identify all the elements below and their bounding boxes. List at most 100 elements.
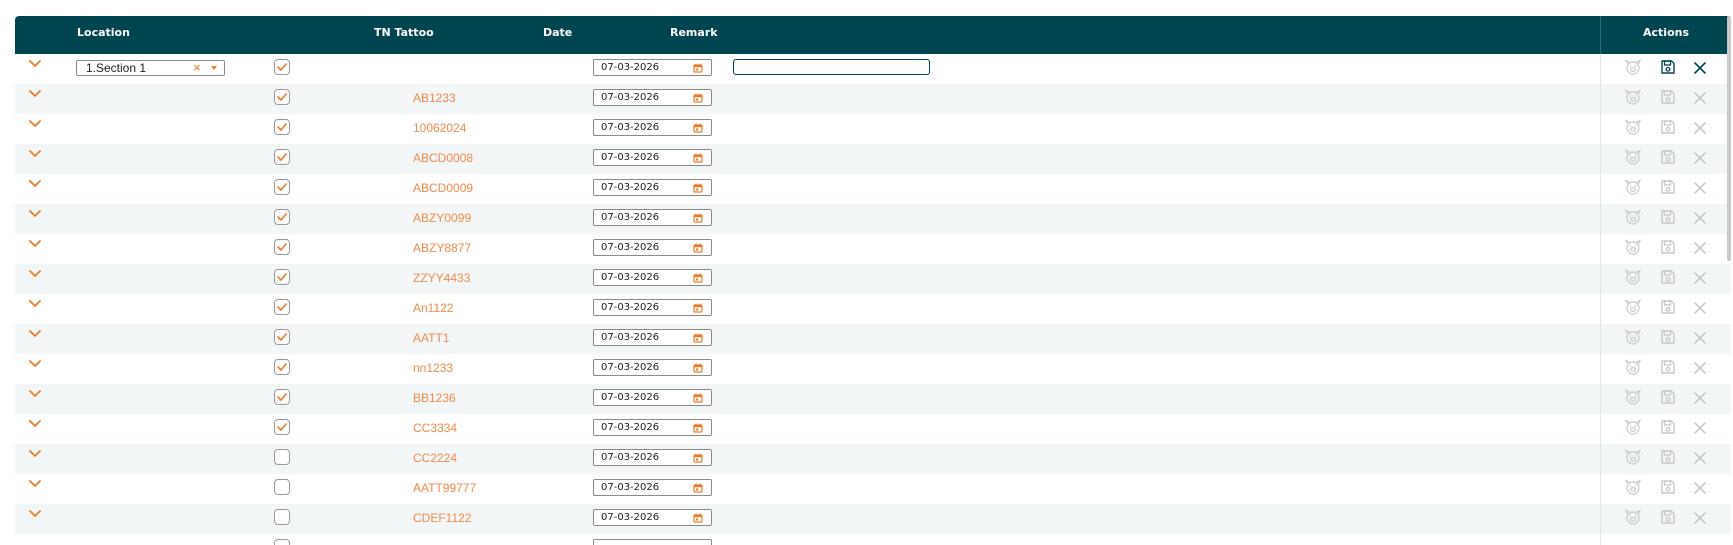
date-picker[interactable]: 07-03-2026 bbox=[593, 509, 712, 526]
row-checkbox[interactable] bbox=[274, 119, 290, 135]
tn-tattoo-link[interactable]: ZZYY4433 bbox=[413, 271, 470, 285]
pig-face-icon[interactable] bbox=[1624, 59, 1642, 77]
pig-face-icon[interactable] bbox=[1624, 449, 1642, 467]
row-checkbox[interactable] bbox=[274, 269, 290, 285]
calendar-icon[interactable] bbox=[693, 483, 703, 496]
save-icon[interactable] bbox=[1660, 479, 1678, 497]
calendar-icon[interactable] bbox=[693, 93, 703, 106]
date-picker[interactable]: 07-03-2026 bbox=[593, 269, 712, 286]
expand-row-icon[interactable] bbox=[29, 330, 43, 342]
date-picker[interactable]: 07-03-2026 bbox=[593, 179, 712, 196]
expand-row-icon[interactable] bbox=[29, 150, 43, 162]
expand-row-icon[interactable] bbox=[29, 360, 43, 372]
close-icon[interactable] bbox=[1693, 271, 1711, 289]
pig-face-icon[interactable] bbox=[1624, 179, 1642, 197]
calendar-icon[interactable] bbox=[693, 393, 703, 406]
save-icon[interactable] bbox=[1660, 389, 1678, 407]
date-picker[interactable]: 07-03-2026 bbox=[593, 479, 712, 496]
caret-down-icon[interactable] bbox=[211, 66, 217, 70]
clear-icon[interactable]: × bbox=[193, 61, 201, 75]
calendar-icon[interactable] bbox=[693, 243, 703, 256]
save-icon[interactable] bbox=[1660, 299, 1678, 317]
expand-row-icon[interactable] bbox=[29, 120, 43, 132]
pig-face-icon[interactable] bbox=[1624, 299, 1642, 317]
expand-row-icon[interactable] bbox=[29, 450, 43, 462]
expand-row-icon[interactable] bbox=[29, 510, 43, 522]
row-checkbox[interactable] bbox=[274, 539, 290, 545]
close-icon[interactable] bbox=[1693, 151, 1711, 169]
save-icon[interactable] bbox=[1660, 239, 1678, 257]
row-checkbox[interactable] bbox=[274, 299, 290, 315]
pig-face-icon[interactable] bbox=[1624, 89, 1642, 107]
expand-row-icon[interactable] bbox=[29, 420, 43, 432]
save-icon[interactable] bbox=[1660, 59, 1678, 77]
close-icon[interactable] bbox=[1693, 181, 1711, 199]
pig-face-icon[interactable] bbox=[1624, 329, 1642, 347]
header-location[interactable]: Location bbox=[77, 16, 130, 54]
tn-tattoo-link[interactable]: AATT99777 bbox=[413, 481, 476, 495]
calendar-icon[interactable] bbox=[693, 273, 703, 286]
calendar-icon[interactable] bbox=[693, 303, 703, 316]
calendar-icon[interactable] bbox=[693, 183, 703, 196]
tn-tattoo-link[interactable]: AB1233 bbox=[413, 91, 456, 105]
close-icon[interactable] bbox=[1693, 211, 1711, 229]
close-icon[interactable] bbox=[1693, 301, 1711, 319]
header-tn-tattoo[interactable]: TN Tattoo bbox=[374, 16, 434, 54]
save-icon[interactable] bbox=[1660, 89, 1678, 107]
vertical-scrollbar[interactable] bbox=[1727, 16, 1731, 261]
expand-row-icon[interactable] bbox=[29, 240, 43, 252]
date-picker[interactable]: 07-03-2026 bbox=[593, 449, 712, 466]
save-icon[interactable] bbox=[1660, 269, 1678, 287]
close-icon[interactable] bbox=[1693, 481, 1711, 499]
close-icon[interactable] bbox=[1693, 91, 1711, 109]
row-checkbox[interactable] bbox=[274, 89, 290, 105]
row-checkbox[interactable] bbox=[274, 449, 290, 465]
expand-row-icon[interactable] bbox=[29, 270, 43, 282]
date-picker[interactable]: 07-03-2026 bbox=[593, 359, 712, 376]
calendar-icon[interactable] bbox=[693, 213, 703, 226]
save-icon[interactable] bbox=[1660, 509, 1678, 527]
expand-row-icon[interactable] bbox=[29, 60, 43, 72]
close-icon[interactable] bbox=[1693, 331, 1711, 349]
calendar-icon[interactable] bbox=[693, 363, 703, 376]
header-remark[interactable]: Remark bbox=[670, 16, 718, 54]
date-picker[interactable]: 07-03-2026 bbox=[593, 209, 712, 226]
pig-face-icon[interactable] bbox=[1624, 119, 1642, 137]
expand-row-icon[interactable] bbox=[29, 480, 43, 492]
row-checkbox[interactable] bbox=[274, 419, 290, 435]
expand-row-icon[interactable] bbox=[29, 390, 43, 402]
date-picker[interactable]: 07-03-2026 bbox=[593, 239, 712, 256]
tn-tattoo-link[interactable]: AATT1 bbox=[413, 331, 449, 345]
pig-face-icon[interactable] bbox=[1624, 269, 1642, 287]
pig-face-icon[interactable] bbox=[1624, 419, 1642, 437]
row-checkbox[interactable] bbox=[274, 389, 290, 405]
pig-face-icon[interactable] bbox=[1624, 149, 1642, 167]
pig-face-icon[interactable] bbox=[1624, 359, 1642, 377]
close-icon[interactable] bbox=[1693, 121, 1711, 139]
tn-tattoo-link[interactable]: ABZY8877 bbox=[413, 241, 471, 255]
tn-tattoo-link[interactable]: 10062024 bbox=[413, 121, 466, 135]
tn-tattoo-link[interactable]: ABZY0099 bbox=[413, 211, 471, 225]
close-icon[interactable] bbox=[1693, 451, 1711, 469]
calendar-icon[interactable] bbox=[693, 453, 703, 466]
tn-tattoo-link[interactable]: An1122 bbox=[413, 301, 453, 315]
row-checkbox[interactable] bbox=[274, 239, 290, 255]
pig-face-icon[interactable] bbox=[1624, 209, 1642, 227]
calendar-icon[interactable] bbox=[693, 513, 703, 526]
save-icon[interactable] bbox=[1660, 209, 1678, 227]
tn-tattoo-link[interactable]: CC3334 bbox=[413, 421, 457, 435]
save-icon[interactable] bbox=[1660, 449, 1678, 467]
date-picker[interactable]: 07-03-2026 bbox=[593, 149, 712, 166]
row-checkbox[interactable] bbox=[274, 359, 290, 375]
row-checkbox[interactable] bbox=[274, 149, 290, 165]
row-checkbox[interactable] bbox=[274, 179, 290, 195]
calendar-icon[interactable] bbox=[693, 153, 703, 166]
expand-row-icon[interactable] bbox=[29, 300, 43, 312]
calendar-icon[interactable] bbox=[693, 123, 703, 136]
date-picker[interactable]: 07-03-2026 bbox=[593, 119, 712, 136]
tn-tattoo-link[interactable]: ABCD0009 bbox=[413, 181, 473, 195]
pig-face-icon[interactable] bbox=[1624, 509, 1642, 527]
tn-tattoo-link[interactable]: CC2224 bbox=[413, 451, 457, 465]
date-picker[interactable] bbox=[593, 539, 712, 545]
pig-face-icon[interactable] bbox=[1624, 239, 1642, 257]
